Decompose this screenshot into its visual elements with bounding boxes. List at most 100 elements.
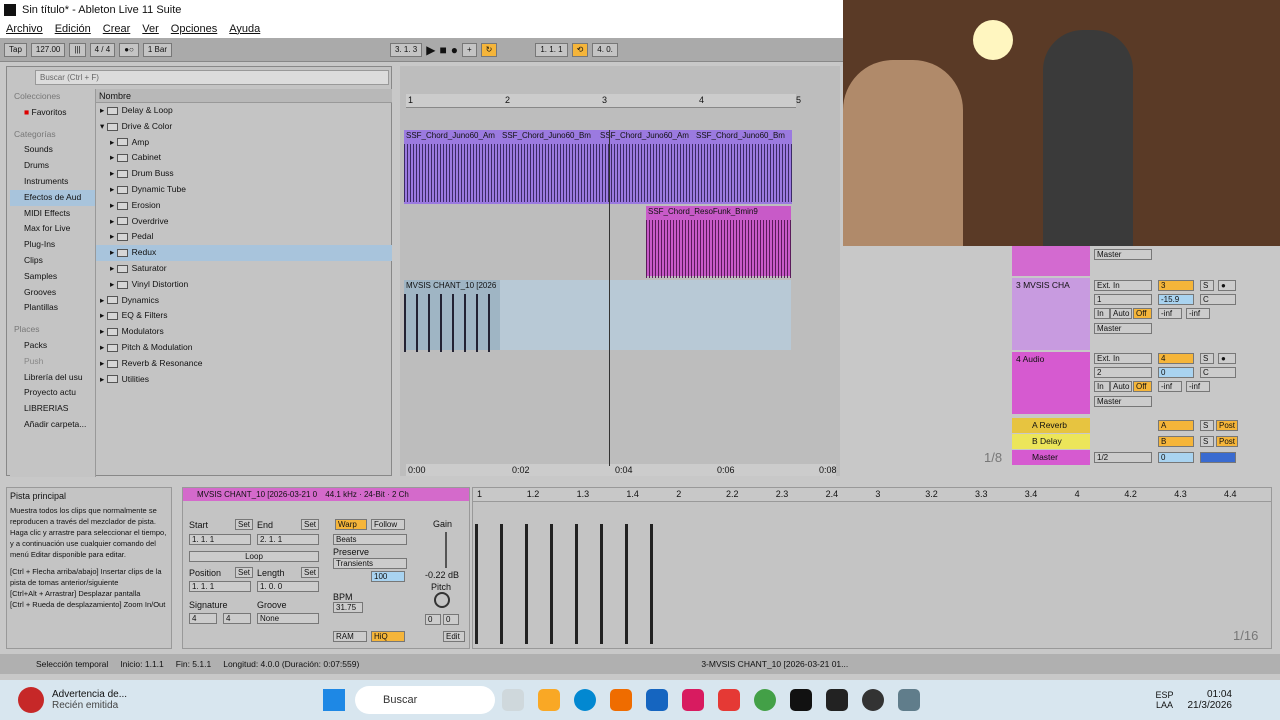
solo-button[interactable]: S [1200, 280, 1214, 291]
record-icon[interactable]: ● [451, 43, 458, 57]
position-set-button[interactable]: Set [235, 567, 254, 578]
end-field[interactable]: 2. 1. 1 [257, 534, 319, 545]
audio-clip-track2[interactable]: SSF_Chord_ResoFunk_Bmin9 [646, 206, 791, 278]
solo-button[interactable]: S [1200, 420, 1214, 431]
output-select[interactable]: Master [1094, 323, 1152, 334]
task-view-icon[interactable] [502, 689, 525, 711]
sidebar-item-clips[interactable]: Clips [10, 253, 95, 269]
youtube-icon[interactable] [718, 689, 741, 711]
start-set-button[interactable]: Set [235, 519, 254, 530]
volume-field[interactable]: -15.9 [1158, 294, 1194, 305]
ram-button[interactable]: RAM [333, 631, 367, 642]
edit-button[interactable]: Edit [443, 631, 465, 642]
beat-ruler[interactable]: 1 2 3 4 5 [406, 94, 801, 108]
add-icon[interactable]: + [461, 42, 477, 57]
time-ruler[interactable]: 0:00 0:02 0:04 0:06 0:08 [406, 464, 837, 476]
solo-button[interactable]: S [1200, 436, 1214, 447]
return-a-activator[interactable]: A [1158, 420, 1194, 431]
monitor-auto-button[interactable]: Auto [1110, 308, 1132, 319]
volume-field[interactable]: 0 [1158, 367, 1194, 378]
nudge-icon[interactable]: ||| [69, 42, 86, 57]
sidebar-item-midi-effects[interactable]: MIDI Effects [10, 206, 95, 222]
list-item[interactable]: ▸ Redux [96, 245, 392, 261]
outlook-icon[interactable] [646, 689, 669, 711]
warp-button[interactable]: Warp [335, 519, 367, 530]
list-item[interactable]: ▸ Saturator [96, 261, 392, 277]
sidebar-item-sounds[interactable]: Sounds [10, 142, 95, 158]
list-item[interactable]: ▸ Pitch & Modulation [96, 340, 392, 356]
sidebar-item-samples[interactable]: Samples [10, 269, 95, 285]
post-button[interactable]: Post [1216, 436, 1238, 447]
send-b[interactable]: -inf [1186, 381, 1210, 392]
list-item[interactable]: ▸ Dynamics [96, 293, 392, 309]
pan-field[interactable]: C [1200, 367, 1236, 378]
monitor-off-button[interactable]: Off [1133, 308, 1152, 319]
edge-icon[interactable] [574, 689, 597, 711]
clip-name-bar[interactable]: MVSIS CHANT_10 [2026-03-21 0 44.1 kHz · … [183, 488, 469, 501]
loop-switch-icon[interactable]: ↻ [480, 42, 498, 57]
sidebar-item-plantillas[interactable]: Plantillas [10, 300, 95, 316]
taskbar-search[interactable]: Buscar [355, 686, 496, 714]
master-head[interactable]: Master [1012, 450, 1090, 465]
master-cue[interactable] [1200, 452, 1236, 463]
gain-slider[interactable] [445, 532, 447, 568]
sidebar-item-user-library[interactable]: Librería del usu [10, 370, 95, 386]
groove-select[interactable]: None [257, 613, 319, 624]
audio-clip-track3[interactable]: MVSIS CHANT_10 [2026 [404, 280, 500, 352]
signature-field[interactable]: 4 / 4 [89, 42, 116, 57]
monitor-in-button[interactable]: In [1094, 381, 1110, 392]
output-select[interactable]: Master [1094, 396, 1152, 407]
position-field[interactable]: 3. 1. 3 [389, 42, 423, 57]
track3-head[interactable]: 3 MVSIS CHA [1012, 278, 1090, 350]
sidebar-item-favoritos[interactable]: ■ Favoritos [10, 105, 95, 121]
loop-start-field[interactable]: 1. 1. 1 [535, 42, 568, 57]
ableton-live-icon[interactable] [826, 689, 849, 711]
pitch-knob[interactable] [434, 592, 450, 608]
sidebar-item-plugins[interactable]: Plug-Ins [10, 237, 95, 253]
loop-button[interactable]: ⟲ [571, 42, 589, 57]
tap-button[interactable]: Tap [4, 42, 27, 57]
start-field[interactable]: 1. 1. 1 [189, 534, 251, 545]
position-field[interactable]: 1. 1. 1 [189, 581, 251, 592]
list-item[interactable]: ▸ Erosion [96, 198, 392, 214]
sidebar-item-drums[interactable]: Drums [10, 158, 95, 174]
return-a-head[interactable]: A Reverb [1012, 418, 1090, 433]
list-item[interactable]: ▸ Drum Buss [96, 166, 392, 182]
solo-button[interactable]: S [1200, 353, 1214, 364]
windows-start-icon[interactable] [323, 689, 346, 711]
status-track[interactable]: 3-MVSIS CHANT_10 [2026-03-21 01... [701, 659, 848, 669]
end-set-button[interactable]: Set [301, 519, 320, 530]
warning-icon[interactable] [18, 687, 44, 713]
language-indicator[interactable]: ESP LAA [1155, 690, 1173, 710]
obs-icon[interactable] [862, 689, 885, 711]
length-set-button[interactable]: Set [301, 567, 320, 578]
master-volume[interactable]: 0 [1158, 452, 1194, 463]
sidebar-item-current-project[interactable]: Proyecto actu [10, 385, 95, 401]
tempo-field[interactable]: 127.00 [30, 42, 66, 57]
list-item[interactable]: ▸ Pedal [96, 229, 392, 245]
follow-button[interactable]: Follow [371, 519, 405, 530]
menu-crear[interactable]: Crear [103, 23, 131, 35]
sidebar-item-add-folder[interactable]: Añadir carpeta... [10, 417, 95, 433]
menu-opciones[interactable]: Opciones [171, 23, 217, 35]
list-item[interactable]: ▸ Delay & Loop [96, 103, 392, 119]
warp-mode-select[interactable]: Beats [333, 534, 407, 545]
menu-edicion[interactable]: Edición [55, 23, 91, 35]
whatsapp-icon[interactable] [754, 689, 777, 711]
pitch-semitones[interactable]: 0 [425, 614, 441, 625]
sidebar-item-push[interactable]: Push [10, 354, 95, 370]
length-field[interactable]: 1. 0. 0 [257, 581, 319, 592]
monitor-in-button[interactable]: In [1094, 308, 1110, 319]
sidebar-item-instruments[interactable]: Instruments [10, 174, 95, 190]
list-item[interactable]: ▸ EQ & Filters [96, 308, 392, 324]
name-column-header[interactable]: Nombre [96, 89, 392, 103]
input-type-select[interactable]: Ext. In [1094, 353, 1152, 364]
send-b[interactable]: -inf [1186, 308, 1210, 319]
list-item[interactable]: ▸ Dynamic Tube [96, 182, 392, 198]
sidebar-item-audio-effects[interactable]: Efectos de Aud [10, 189, 95, 206]
browser-search-input[interactable]: Buscar (Ctrl + F) [35, 70, 389, 85]
pan-field[interactable]: C [1200, 294, 1236, 305]
list-item[interactable]: ▾ Drive & Color [96, 119, 392, 135]
clock[interactable]: 01:04 21/3/2026 [1188, 689, 1233, 711]
list-item[interactable]: ▸ Modulators [96, 324, 392, 340]
